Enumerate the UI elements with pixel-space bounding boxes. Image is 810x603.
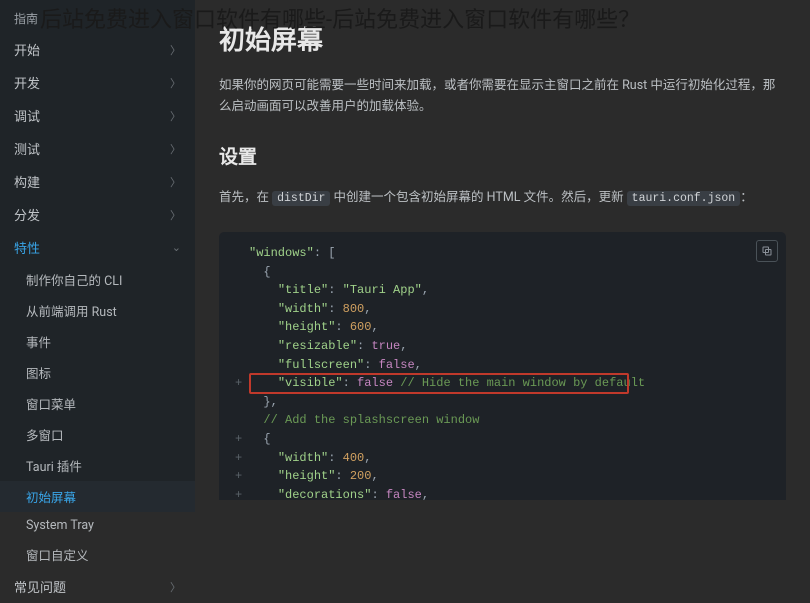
sidebar-sub-4[interactable]: 窗口菜单 xyxy=(0,388,195,419)
sidebar-item-label: 调试 xyxy=(14,106,40,125)
code-line: + "width": 400, xyxy=(235,449,770,468)
chevron-right-icon: 〉 xyxy=(170,108,181,124)
sidebar-item-faq[interactable]: 常见问题 〉 xyxy=(0,570,195,603)
sidebar-sub-label: 事件 xyxy=(26,332,51,351)
copy-button[interactable] xyxy=(756,240,778,262)
sidebar-item-0[interactable]: 开始 〉 xyxy=(0,33,195,66)
code-line: + "height": 200, xyxy=(235,467,770,486)
sidebar: 指南 开始〉开发〉调试〉测试〉构建〉分发〉特性⌄ 制作你自己的 CLI从前端调用… xyxy=(0,0,195,500)
chevron-right-icon: 〉 xyxy=(170,141,181,157)
sidebar-sub-8[interactable]: System Tray xyxy=(0,512,195,539)
sidebar-sub-label: 窗口菜单 xyxy=(26,394,76,413)
setup-paragraph: 首先，在 distDir 中创建一个包含初始屏幕的 HTML 文件。然后，更新 … xyxy=(219,187,786,209)
sidebar-item-2[interactable]: 调试 〉 xyxy=(0,99,195,132)
sidebar-sub-label: 窗口自定义 xyxy=(26,545,89,564)
sidebar-sub-6[interactable]: Tauri 插件 xyxy=(0,450,195,481)
intro-paragraph: 如果你的网页可能需要一些时间来加载，或者你需要在显示主窗口之前在 Rust 中运… xyxy=(219,75,786,118)
chevron-right-icon: 〉 xyxy=(170,207,181,223)
sidebar-item-label: 特性 xyxy=(14,238,40,257)
sidebar-item-1[interactable]: 开发 〉 xyxy=(0,66,195,99)
code-line: "windows": [ xyxy=(235,244,770,263)
chevron-right-icon: 〉 xyxy=(170,75,181,91)
highlight-box xyxy=(249,373,629,394)
sidebar-item-label: 常见问题 xyxy=(14,577,66,596)
code-line: "height": 600, xyxy=(235,318,770,337)
sidebar-item-3[interactable]: 测试 〉 xyxy=(0,132,195,165)
sidebar-sub-label: 从前端调用 Rust xyxy=(26,301,117,320)
sidebar-sub-2[interactable]: 事件 xyxy=(0,326,195,357)
code-line: "fullscreen": false, xyxy=(235,356,770,375)
sidebar-item-label: 开发 xyxy=(14,73,40,92)
sidebar-item-label: 分发 xyxy=(14,205,40,224)
sidebar-sub-3[interactable]: 图标 xyxy=(0,357,195,388)
chevron-right-icon: 〉 xyxy=(170,42,181,58)
section-heading-setup: 设置 xyxy=(219,142,786,169)
inline-code-distdir: distDir xyxy=(272,191,330,206)
main-content: 初始屏幕 如果你的网页可能需要一些时间来加载，或者你需要在显示主窗口之前在 Ru… xyxy=(195,0,810,500)
sidebar-sub-1[interactable]: 从前端调用 Rust xyxy=(0,295,195,326)
sidebar-sub-label: 制作你自己的 CLI xyxy=(26,270,122,289)
sidebar-sub-label: 图标 xyxy=(26,363,51,382)
code-line: + { xyxy=(235,430,770,449)
code-line: "resizable": true, xyxy=(235,337,770,356)
sidebar-sub-7[interactable]: 初始屏幕 xyxy=(0,481,195,512)
sidebar-sub-label: Tauri 插件 xyxy=(26,456,82,475)
overlay-banner: 后站免费进入窗口软件有哪些-后站免费进入窗口软件有哪些？ xyxy=(40,2,640,34)
sidebar-item-5[interactable]: 分发 〉 xyxy=(0,198,195,231)
code-line: "width": 800, xyxy=(235,300,770,319)
sidebar-item-label: 构建 xyxy=(14,172,40,191)
code-line: + "decorations": false, xyxy=(235,486,770,500)
app-container: 指南 开始〉开发〉调试〉测试〉构建〉分发〉特性⌄ 制作你自己的 CLI从前端调用… xyxy=(0,0,810,500)
sidebar-item-6[interactable]: 特性 ⌄ xyxy=(0,231,195,264)
chevron-right-icon: 〉 xyxy=(170,579,181,595)
code-line: "title": "Tauri App", xyxy=(235,281,770,300)
sidebar-sub-label: 初始屏幕 xyxy=(26,487,76,506)
sidebar-sub-label: 多窗口 xyxy=(26,425,64,444)
inline-code-tauriconf: tauri.conf.json xyxy=(627,191,741,206)
code-line: // Add the splashscreen window xyxy=(235,411,770,430)
sidebar-item-label: 开始 xyxy=(14,40,40,59)
code-block: "windows": [ { "title": "Tauri App", "wi… xyxy=(219,232,786,500)
code-line: { xyxy=(235,263,770,282)
sidebar-sub-label: System Tray xyxy=(26,518,94,533)
chevron-right-icon: 〉 xyxy=(170,174,181,190)
copy-icon xyxy=(761,245,773,257)
sidebar-sub-0[interactable]: 制作你自己的 CLI xyxy=(0,264,195,295)
code-line: }, xyxy=(235,393,770,412)
sidebar-item-4[interactable]: 构建 〉 xyxy=(0,165,195,198)
chevron-down-icon: ⌄ xyxy=(172,241,181,254)
sidebar-sub-5[interactable]: 多窗口 xyxy=(0,419,195,450)
sidebar-sub-9[interactable]: 窗口自定义 xyxy=(0,539,195,570)
sidebar-item-label: 测试 xyxy=(14,139,40,158)
